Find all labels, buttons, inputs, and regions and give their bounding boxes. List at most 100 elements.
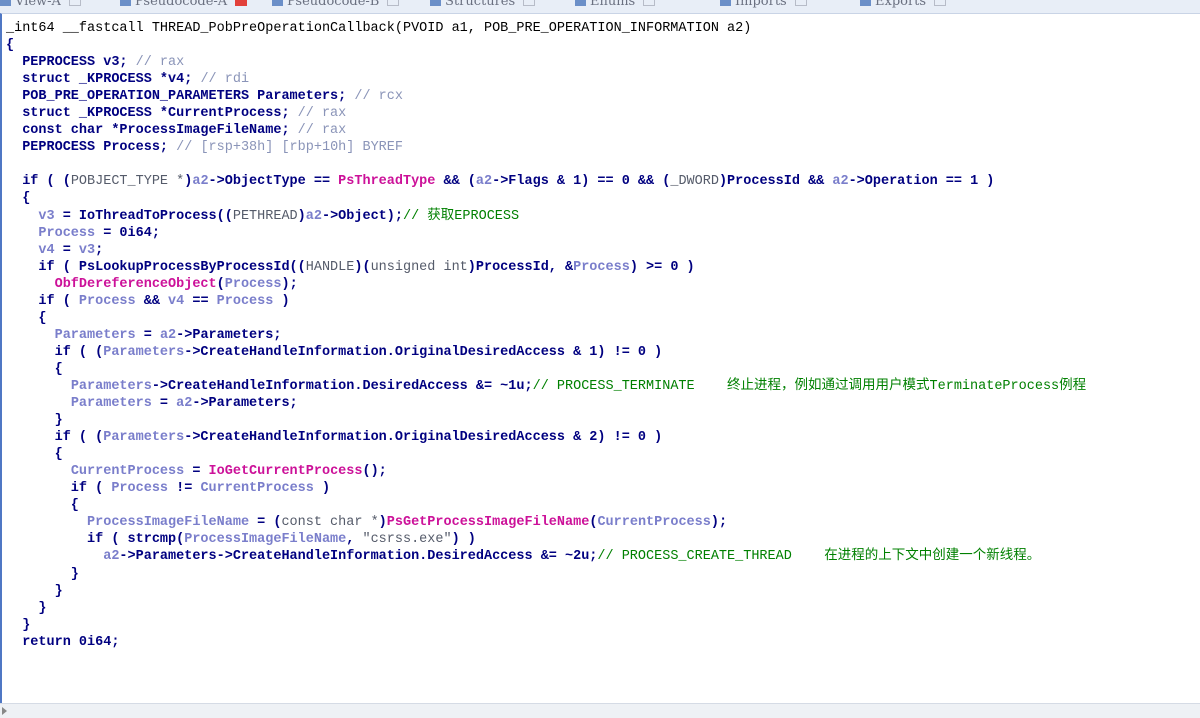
code-line[interactable]: Parameters = a2->Parameters;	[6, 327, 1086, 344]
code-token: // [rsp+38h] [rbp+10h] BYREF	[176, 140, 403, 156]
tab-0[interactable]: View-A	[0, 0, 81, 10]
code-token: ,	[346, 532, 363, 548]
code-token: ->Operation == 1 )	[848, 174, 995, 190]
tab-6[interactable]: Exports	[860, 0, 947, 10]
code-line[interactable]: if ( (Parameters->CreateHandleInformatio…	[6, 344, 1086, 361]
code-line[interactable]: PEPROCESS Process; // [rsp+38h] [rbp+10h…	[6, 139, 1086, 156]
code-token: Process	[111, 481, 169, 497]
code-token: // PROCESS_CREATE_THREAD 在进程的上下文中创建一个新线程…	[597, 549, 1041, 565]
code-line[interactable]: }	[6, 617, 1086, 634]
code-token: HANDLE	[305, 259, 355, 275]
close-icon[interactable]	[68, 0, 81, 6]
pseudocode-editor[interactable]: _int64 __fastcall THREAD_PobPreOperation…	[0, 13, 1200, 703]
code-token: ->Parameters->CreateHandleInformation.De…	[119, 549, 598, 565]
code-token: )	[313, 481, 331, 497]
code-token: a2	[305, 208, 322, 224]
code-line[interactable]: if ( Process != CurrentProcess )	[6, 480, 1086, 497]
tab-5[interactable]: Imports	[720, 0, 807, 10]
code-line[interactable]: {	[6, 497, 1086, 514]
code-token: &&	[135, 293, 169, 309]
scroll-arrow-icon[interactable]	[2, 707, 7, 715]
code-line[interactable]: {	[6, 190, 1086, 207]
code-token: (	[216, 276, 225, 292]
code-line[interactable]: ProcessImageFileName = (const char *)PsG…	[6, 514, 1086, 531]
code-token: struct _KPROCESS *CurrentProcess;	[6, 106, 298, 122]
code-line[interactable]: if ( Process && v4 == Process )	[6, 293, 1086, 310]
code-token: a2	[176, 396, 193, 412]
code-token: !=	[168, 481, 201, 497]
status-bar	[0, 703, 1200, 718]
code-line[interactable]	[6, 156, 1086, 173]
code-line[interactable]: Parameters->CreateHandleInformation.Desi…	[6, 378, 1086, 395]
code-line[interactable]: if ( (Parameters->CreateHandleInformatio…	[6, 429, 1086, 446]
code-line[interactable]: const char *ProcessImageFileName; // rax	[6, 122, 1086, 139]
code-line[interactable]: if ( PsLookupProcessByProcessId((HANDLE)…	[6, 259, 1086, 276]
code-line[interactable]: struct _KPROCESS *v4; // rdi	[6, 71, 1086, 88]
code-line[interactable]: }	[6, 412, 1086, 429]
code-token: );	[710, 515, 728, 531]
code-token: ->Object);	[321, 208, 403, 224]
code-token: PsThreadType	[338, 174, 436, 190]
close-icon[interactable]	[643, 0, 656, 6]
code-token: =	[184, 464, 209, 480]
code-line[interactable]: CurrentProcess = IoGetCurrentProcess();	[6, 463, 1086, 480]
tab-label: Enums	[590, 0, 636, 9]
code-line[interactable]: }	[6, 566, 1086, 583]
close-icon[interactable]	[794, 0, 807, 6]
code-line[interactable]: }	[6, 583, 1086, 600]
code-token: POBJECT_TYPE *	[70, 174, 185, 190]
close-icon[interactable]	[523, 0, 536, 6]
code-token: )	[378, 515, 387, 531]
code-token: if ( (	[6, 174, 71, 190]
close-icon[interactable]	[235, 0, 248, 6]
tab-4[interactable]: Enums	[575, 0, 656, 10]
code-line[interactable]: struct _KPROCESS *CurrentProcess; // rax	[6, 105, 1086, 122]
code-token: const char *ProcessImageFileName;	[6, 123, 298, 139]
code-token: Parameters	[103, 344, 185, 360]
code-line[interactable]: {	[6, 446, 1086, 463]
code-line[interactable]: return 0i64;	[6, 634, 1086, 651]
code-line[interactable]: if ( (POBJECT_TYPE *)a2->ObjectType == P…	[6, 173, 1086, 190]
tab-3[interactable]: Structures	[430, 0, 536, 10]
tab-label: Pseudocode-A	[135, 0, 228, 9]
code-line[interactable]: Parameters = a2->Parameters;	[6, 395, 1086, 412]
code-token: ->ObjectType ==	[208, 174, 339, 190]
function-signature: _int64 __fastcall THREAD_PobPreOperation…	[6, 21, 752, 36]
tab-2[interactable]: Pseudocode-B	[272, 0, 400, 10]
code-token: Parameters	[70, 396, 152, 412]
code-line[interactable]: v4 = v3;	[6, 242, 1086, 259]
code-token: // rax	[297, 123, 347, 139]
code-token: ) >= 0 )	[629, 259, 695, 275]
tab-1[interactable]: Pseudocode-A	[120, 0, 248, 10]
close-icon[interactable]	[387, 0, 400, 6]
code-token: )	[273, 293, 290, 309]
code-view[interactable]: _int64 __fastcall THREAD_PobPreOperation…	[6, 20, 1086, 651]
code-line[interactable]: PEPROCESS v3; // rax	[6, 54, 1086, 71]
code-token: CurrentProcess	[70, 464, 185, 480]
code-token: Process	[78, 293, 136, 309]
code-line[interactable]: a2->Parameters->CreateHandleInformation.…	[6, 548, 1086, 565]
code-token: )ProcessId, &	[467, 259, 574, 275]
code-token: }	[6, 583, 63, 599]
code-line[interactable]: {	[6, 310, 1086, 327]
code-line[interactable]: ObfDereferenceObject(Process);	[6, 276, 1086, 293]
code-token: PsGetProcessImageFileName	[386, 515, 590, 531]
code-line[interactable]: {	[6, 361, 1086, 378]
code-line[interactable]: if ( strcmp(ProcessImageFileName, "csrss…	[6, 531, 1086, 548]
code-token: v3	[38, 208, 55, 224]
code-token: if ( (	[6, 344, 104, 360]
code-token: )(	[354, 259, 371, 275]
code-token: if ( PsLookupProcessByProcessId((	[6, 259, 306, 275]
close-icon[interactable]	[934, 0, 947, 6]
code-line[interactable]: POB_PRE_OPERATION_PARAMETERS Parameters;…	[6, 88, 1086, 105]
code-line[interactable]: {	[6, 37, 1086, 54]
code-line[interactable]: Process = 0i64;	[6, 225, 1086, 242]
code-line[interactable]: v3 = IoThreadToProcess((PETHREAD)a2->Obj…	[6, 208, 1086, 225]
code-token: }	[6, 617, 31, 633]
code-line[interactable]: }	[6, 600, 1086, 617]
code-token: // rdi	[200, 72, 250, 88]
